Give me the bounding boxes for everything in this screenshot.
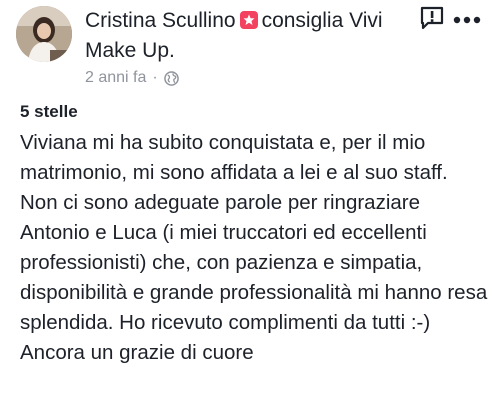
action-text: consiglia Vivi [261,9,383,32]
rating-label: 5 stelle [20,102,78,121]
page-name[interactable]: Make Up. [85,39,175,62]
meta-separator: · [152,69,158,86]
review-text: Viviana mi ha subito conquistata e, per … [20,131,488,364]
report-icon[interactable] [419,6,445,30]
recommend-icon [239,11,258,29]
post-meta: 2 anni fa · [85,68,179,88]
more-options-icon[interactable] [452,12,482,24]
avatar[interactable] [16,6,72,62]
globe-icon [163,70,179,86]
timestamp[interactable]: 2 anni fa [85,68,146,88]
author-name[interactable]: Cristina Scullino [85,9,236,32]
post-header: Cristina Scullino consiglia Vivi Make Up. [85,6,415,66]
